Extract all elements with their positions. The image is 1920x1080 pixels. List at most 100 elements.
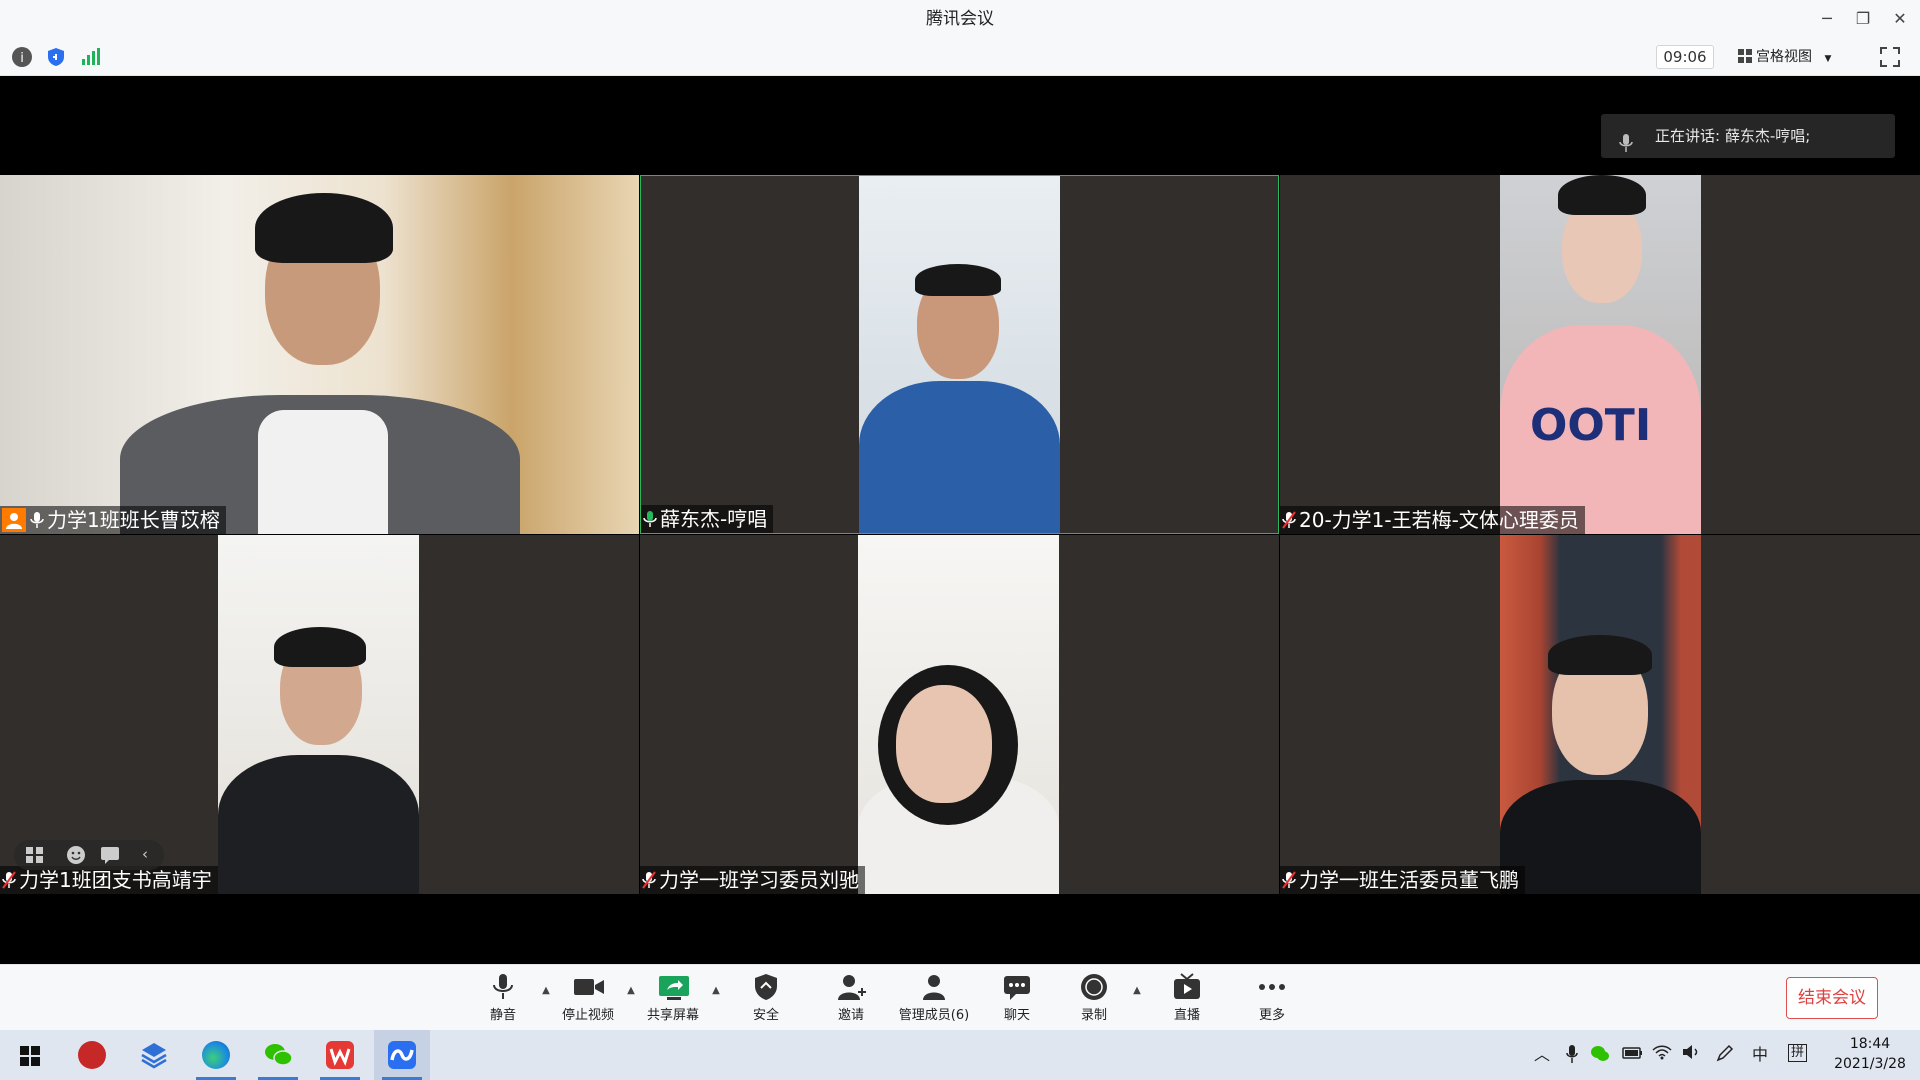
security-shield-icon[interactable] (46, 47, 66, 67)
participant-name-bar: 力学一班生活委员董飞鹏 (1280, 866, 1525, 894)
chat-bubble-icon (1002, 973, 1032, 1001)
windows-taskbar: ︿ 中 拼 18:44 2021/3/28 (0, 1030, 1920, 1080)
participant-name-bar: 力学1班团支书高靖宇 (0, 866, 218, 894)
live-stream-button[interactable]: 直播 (1144, 973, 1230, 1027)
pen-input-icon[interactable] (1716, 1044, 1734, 1068)
record-options-caret-icon[interactable]: ▲ (1131, 985, 1143, 997)
emoji-icon[interactable] (66, 845, 86, 869)
video-tile[interactable]: 力学1班班长曹苡榕 (0, 175, 639, 534)
live-stream-label: 直播 (1173, 1008, 1200, 1023)
clock-date: 2021/3/28 (1834, 1056, 1906, 1072)
edge-browser-icon (202, 1041, 230, 1069)
participant-name-bar: 20-力学1-王若梅-文体心理委员 (1280, 506, 1585, 534)
info-icon[interactable]: i (12, 47, 32, 67)
video-tile[interactable]: OOTI 20-力学1-王若梅-文体心理委员 (1280, 175, 1920, 534)
restore-icon[interactable]: ❐ (1850, 6, 1876, 32)
participant-video (1500, 535, 1701, 894)
microphone-muted-icon (1282, 868, 1296, 889)
live-stream-icon (1172, 973, 1202, 1001)
participant-name-bar: 力学一班学习委员刘驰 (640, 866, 865, 894)
chevron-left-icon[interactable]: ‹ (142, 845, 148, 863)
record-button[interactable]: 录制 (1051, 973, 1137, 1027)
dev-cpp-icon (78, 1041, 106, 1069)
wifi-icon[interactable] (1652, 1044, 1672, 1066)
participant-name-bar: 力学1班班长曹苡榕 (0, 506, 226, 534)
windows-start-icon (20, 1046, 40, 1070)
security-button[interactable]: 安全 (723, 973, 809, 1027)
chat-bubble-icon[interactable] (100, 846, 120, 868)
grid-view-icon (1738, 49, 1752, 63)
view-mode-label: 宫格视图 (1756, 49, 1812, 65)
taskbar-app-wechat[interactable] (250, 1030, 306, 1080)
layers-app-icon (140, 1041, 168, 1069)
video-tile[interactable]: 力学一班生活委员董飞鹏 (1280, 535, 1920, 894)
microphone-active-icon (643, 507, 657, 527)
chat-label: 聊天 (1003, 1008, 1030, 1023)
video-camera-icon (573, 973, 604, 1001)
participant-name: 20-力学1-王若梅-文体心理委员 (1299, 508, 1579, 532)
taskbar-clock[interactable]: 18:44 2021/3/28 (1820, 1034, 1920, 1074)
taskbar-app-layers[interactable] (126, 1030, 182, 1080)
tray-overflow-chevron-icon[interactable]: ︿ (1534, 1044, 1550, 1066)
participant-name: 力学一班生活委员董飞鹏 (1299, 868, 1519, 892)
mute-label: 静音 (489, 1008, 516, 1023)
participant-name: 力学一班学习委员刘驰 (659, 868, 859, 892)
record-label: 录制 (1080, 1008, 1107, 1023)
speaking-indicator: 正在讲话: 薛东杰-哼唱; (1601, 114, 1895, 158)
invite-label: 邀请 (837, 1008, 864, 1023)
layout-icon[interactable] (26, 847, 44, 867)
chevron-down-icon: ▼ (1824, 54, 1832, 64)
taskbar-app-wps[interactable] (312, 1030, 368, 1080)
participant-name: 力学1班团支书高靖宇 (19, 868, 212, 892)
participant-video (859, 176, 1060, 533)
stop-video-label: 停止视频 (561, 1008, 614, 1023)
battery-icon[interactable] (1622, 1044, 1644, 1066)
more-label: 更多 (1258, 1008, 1285, 1023)
participant-video (218, 535, 419, 894)
more-button[interactable]: 更多 (1229, 973, 1315, 1027)
ime-language-indicator[interactable]: 中 (1752, 1044, 1768, 1066)
volume-icon[interactable] (1682, 1044, 1700, 1066)
taskbar-app-tencent-meeting[interactable] (374, 1030, 430, 1080)
video-tile-active-speaker[interactable]: 薛东杰-哼唱 (640, 175, 1279, 534)
end-meeting-button[interactable]: 结束会议 (1786, 977, 1878, 1019)
microphone-icon (1619, 126, 1633, 170)
members-icon (919, 973, 949, 1001)
taskbar-app-devcpp[interactable] (64, 1030, 120, 1080)
add-user-icon (836, 973, 866, 1001)
participant-video: OOTI (1500, 175, 1701, 534)
network-signal-icon[interactable] (80, 47, 100, 67)
meeting-toolbar: 静音 ▲ 停止视频 ▲ 共享屏幕 ▲ 安全 邀请 管理成员(6) 聊天 录制 ▲… (0, 964, 1920, 1030)
start-button[interactable] (2, 1030, 58, 1080)
ime-mode-indicator[interactable]: 拼 (1788, 1044, 1808, 1062)
minimize-icon[interactable]: ─ (1814, 6, 1840, 32)
sweatshirt-print: OOTI (1530, 400, 1652, 451)
share-options-caret-icon[interactable]: ▲ (710, 985, 722, 997)
video-tile[interactable]: 力学一班学习委员刘驰 (640, 535, 1279, 894)
clock-time: 18:44 (1849, 1036, 1891, 1052)
participant-name-bar: 薛东杰-哼唱 (641, 505, 774, 533)
tray-microphone-icon[interactable] (1566, 1044, 1578, 1070)
microphone-icon (488, 973, 518, 1001)
stop-video-button[interactable]: 停止视频 (545, 973, 631, 1027)
mute-button[interactable]: 静音 (460, 973, 546, 1027)
taskbar-app-edge[interactable] (188, 1030, 244, 1080)
more-dots-icon (1257, 973, 1287, 1001)
host-badge-icon (2, 508, 26, 532)
microphone-icon (30, 508, 44, 528)
tray-wechat-icon[interactable] (1590, 1044, 1610, 1068)
microphone-muted-icon (642, 868, 656, 889)
view-mode-button[interactable]: 宫格视图 ▼ (1738, 45, 1858, 69)
record-icon (1079, 973, 1109, 1001)
fullscreen-icon[interactable] (1880, 47, 1900, 67)
window-title: 腾讯会议 (926, 9, 994, 29)
participant-name: 力学1班班长曹苡榕 (47, 508, 220, 532)
chat-button[interactable]: 聊天 (974, 973, 1060, 1027)
manage-members-button[interactable]: 管理成员(6) (891, 973, 977, 1027)
close-icon[interactable]: ✕ (1887, 6, 1913, 32)
security-label: 安全 (752, 1008, 779, 1023)
share-screen-button[interactable]: 共享屏幕 (630, 973, 716, 1027)
participant-name: 薛东杰-哼唱 (660, 507, 768, 531)
tencent-meeting-icon (388, 1041, 416, 1069)
invite-button[interactable]: 邀请 (808, 973, 894, 1027)
